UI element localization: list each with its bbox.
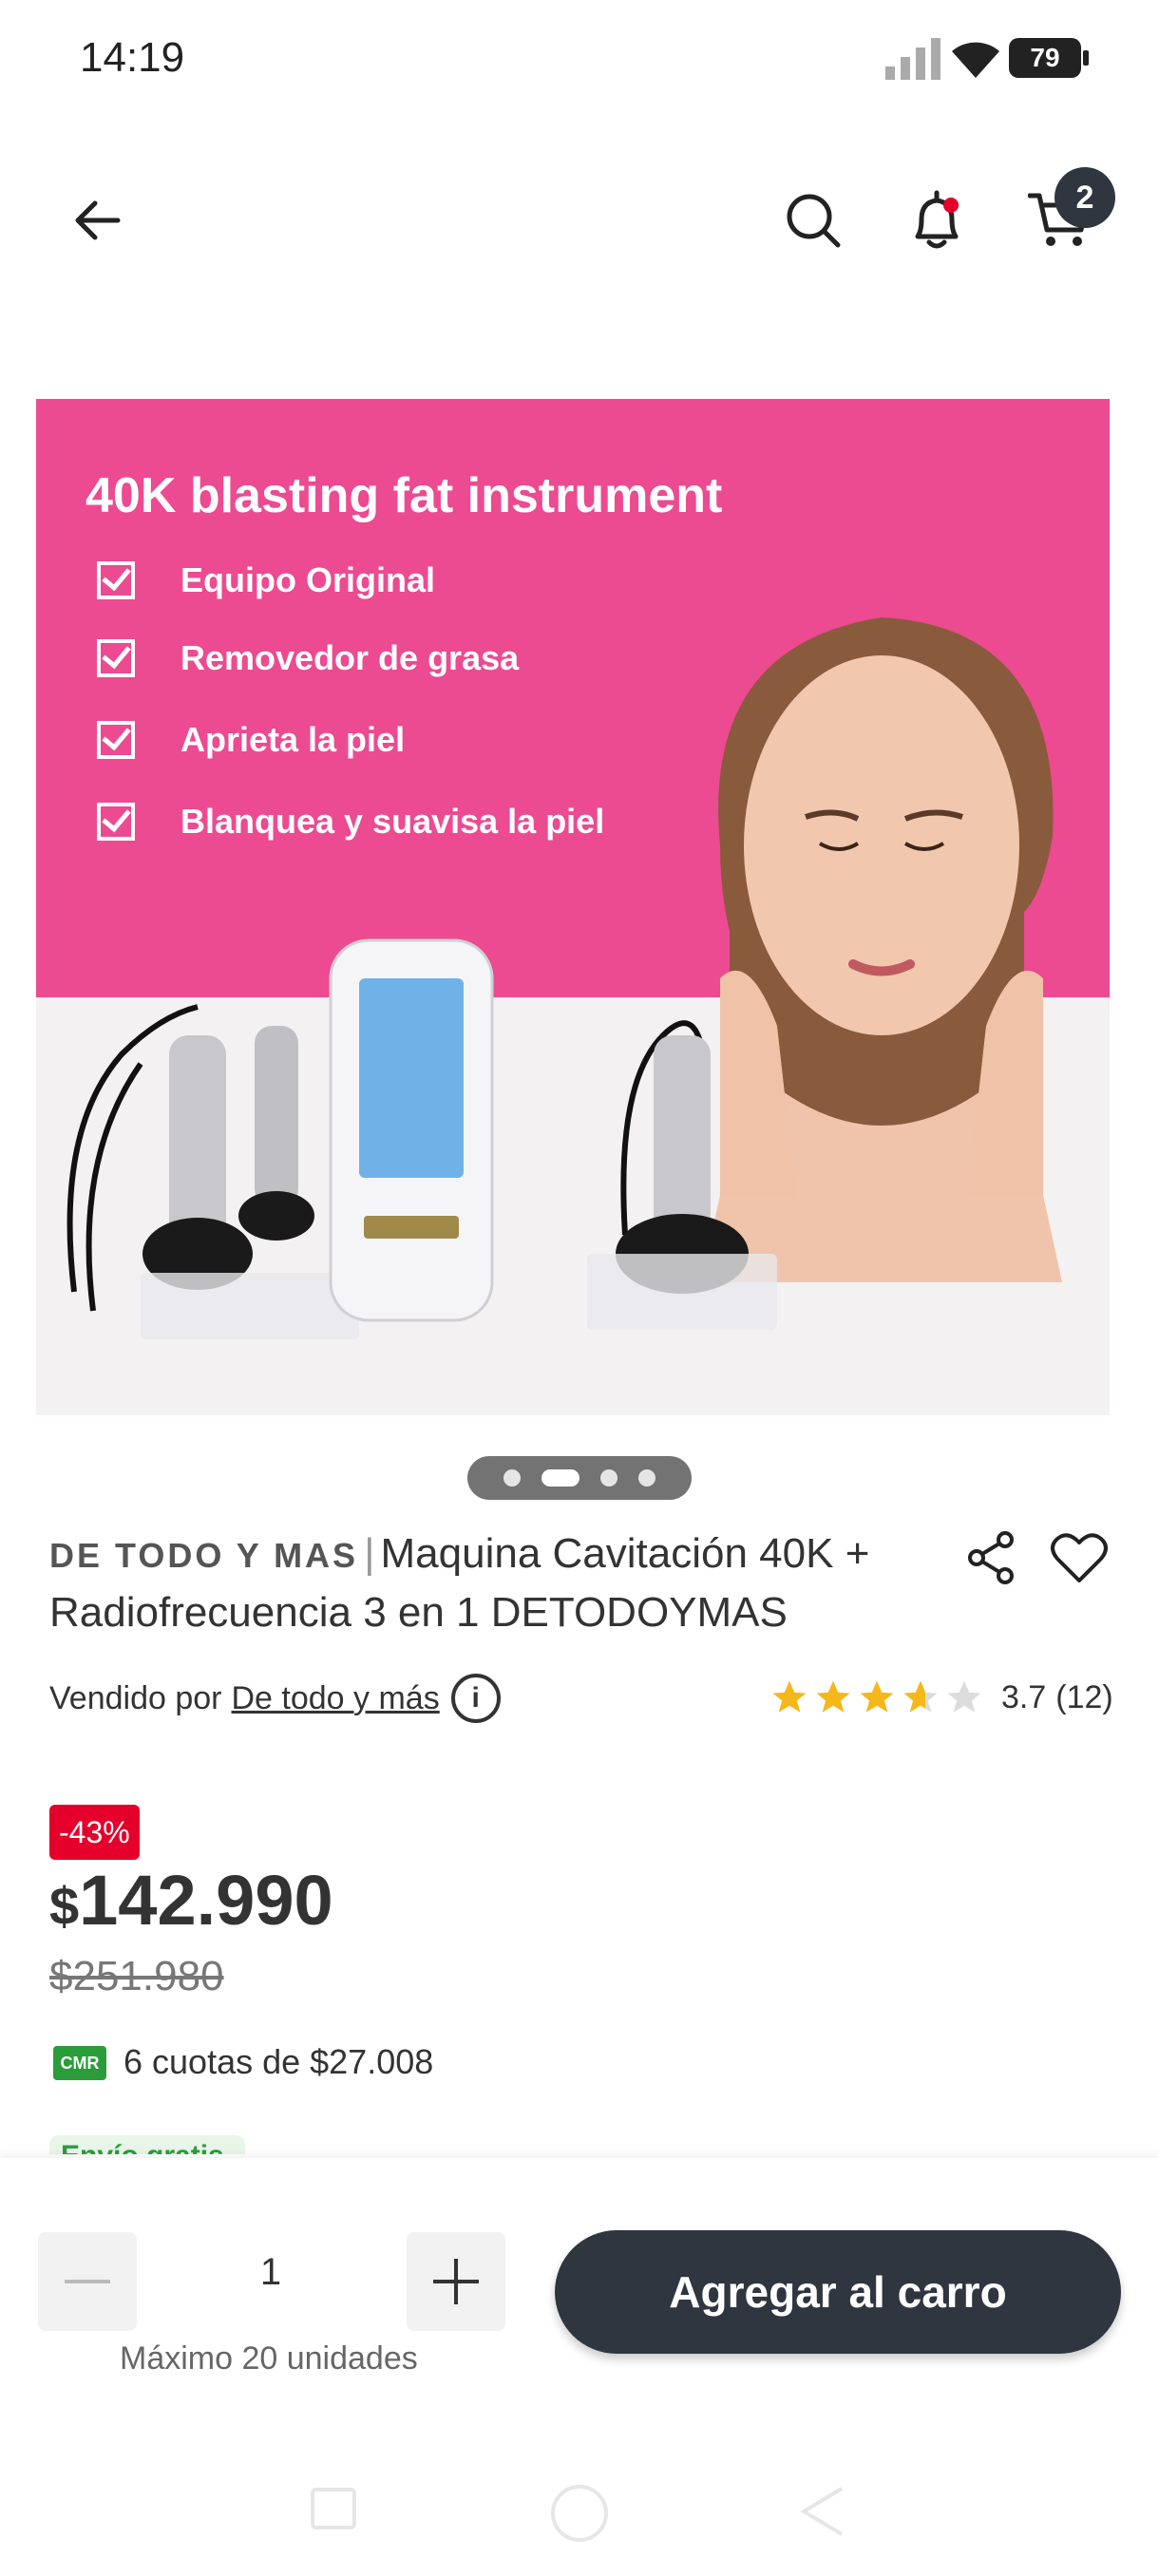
- arrow-left-icon: [75, 200, 121, 240]
- seller-info: Vendido por De todo y más i: [49, 1674, 501, 1723]
- brand-name[interactable]: DE TODO Y MAS: [49, 1536, 358, 1575]
- price-value: 142.990: [79, 1861, 333, 1940]
- checkbox-icon: [97, 639, 135, 677]
- seller-link[interactable]: De todo y más: [232, 1680, 440, 1717]
- image-title: 40K blasting fat instrument: [86, 468, 723, 523]
- shipping-badge-partial: Envío gratis: [49, 2135, 245, 2154]
- share-button[interactable]: [954, 1520, 1030, 1596]
- product-rating[interactable]: 3.7 (12): [770, 1677, 1113, 1717]
- currency-symbol: $: [49, 1876, 80, 1936]
- image-feature: Removedor de grasa: [97, 638, 519, 678]
- search-icon: [787, 194, 841, 248]
- installments-text: 6 cuotas de $27.008: [124, 2042, 434, 2081]
- image-feature: Aprieta la piel: [97, 720, 405, 760]
- bell-icon: [915, 190, 959, 249]
- carousel-dot[interactable]: [504, 1469, 521, 1487]
- system-nav-bar: [0, 2432, 1159, 2576]
- notifications-button[interactable]: [899, 182, 975, 258]
- decrease-quantity-button[interactable]: [38, 2232, 137, 2331]
- rating-value: 3.7: [1001, 1678, 1047, 1715]
- recents-nav-icon[interactable]: [310, 2487, 357, 2530]
- add-to-cart-button[interactable]: Agregar al carro: [555, 2230, 1121, 2354]
- back-button[interactable]: [61, 182, 137, 258]
- battery-indicator: 79: [1009, 38, 1089, 78]
- back-nav-icon[interactable]: [798, 2485, 846, 2538]
- product-image[interactable]: 40K blasting fat instrument Equipo Origi…: [36, 399, 1110, 1415]
- carousel-dot[interactable]: [638, 1469, 656, 1487]
- search-button[interactable]: [775, 182, 851, 258]
- cart-count-badge: 2: [1054, 167, 1115, 228]
- checkbox-icon: [97, 803, 135, 841]
- increase-quantity-button[interactable]: [407, 2232, 505, 2331]
- share-icon: [968, 1531, 1014, 1584]
- heart-icon: [1051, 1533, 1108, 1582]
- star-icon: [860, 1680, 894, 1713]
- device-illustration: [66, 938, 777, 1339]
- minus-icon: [65, 2280, 110, 2283]
- notification-dot: [943, 198, 959, 213]
- original-price: $251.980: [49, 1953, 224, 1999]
- cmr-badge: CMR: [53, 2046, 106, 2080]
- carousel-dot[interactable]: [600, 1469, 618, 1487]
- plus-icon: [433, 2259, 479, 2304]
- title-separator: |: [364, 1530, 375, 1577]
- discount-badge: -43%: [49, 1805, 140, 1860]
- product-title: DE TODO Y MAS | Maquina Cavitación 40K + R…: [49, 1525, 904, 1641]
- current-price: $142.990: [49, 1860, 333, 1941]
- status-time: 14:19: [80, 34, 185, 81]
- star-empty-icon: [947, 1680, 981, 1713]
- max-units-text: Máximo 20 unidades: [120, 2340, 418, 2377]
- star-icon: [772, 1680, 807, 1713]
- checkbox-icon: [97, 561, 135, 599]
- home-nav-icon[interactable]: [549, 2483, 610, 2544]
- carousel-dot-active[interactable]: [542, 1469, 580, 1487]
- carousel-indicator: [467, 1456, 692, 1500]
- info-icon[interactable]: i: [450, 1674, 501, 1723]
- image-feature: Equipo Original: [97, 560, 435, 600]
- sold-by-label: Vendido por: [49, 1679, 222, 1716]
- image-feature: Blanquea y suavisa la piel: [97, 802, 604, 842]
- checkbox-icon: [97, 721, 135, 759]
- wifi-icon: [952, 42, 999, 78]
- star-icon: [816, 1680, 850, 1713]
- star-half-icon: [903, 1680, 938, 1713]
- signal-icon: [885, 38, 940, 80]
- favorite-button[interactable]: [1041, 1520, 1117, 1596]
- review-count: (12): [1055, 1678, 1113, 1715]
- quantity-value[interactable]: 1: [228, 2251, 314, 2294]
